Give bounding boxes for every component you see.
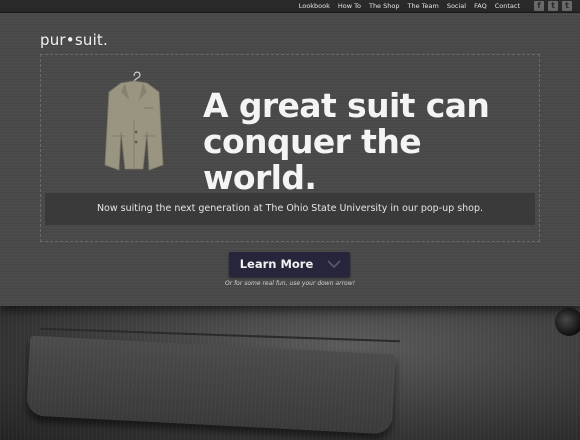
learn-more-button[interactable]: Learn More: [229, 252, 350, 277]
hero-panel: pur•suit. A great suit can conquer the w…: [0, 13, 580, 306]
top-navigation-bar: Lookbook How To The Shop The Team Social…: [0, 0, 580, 13]
nav-link-how-to[interactable]: How To: [338, 0, 361, 12]
hero-tagline: Now suiting the next generation at The O…: [96, 203, 484, 214]
nav-link-social[interactable]: Social: [447, 0, 466, 12]
nav-link-the-team[interactable]: The Team: [407, 0, 438, 12]
nav-link-contact[interactable]: Contact: [495, 0, 520, 12]
hero-headline: A great suit can conquer the world.: [203, 86, 490, 197]
nav-link-the-shop[interactable]: The Shop: [369, 0, 400, 12]
suit-jacket-icon: [104, 71, 164, 171]
learn-more-label: Learn More: [239, 257, 314, 271]
twitter-icon[interactable]: t: [548, 1, 558, 11]
chevron-down-icon: [327, 260, 341, 269]
social-links: f t t: [534, 1, 572, 11]
brand-logo[interactable]: pur•suit.: [40, 31, 108, 49]
suit-button: [555, 308, 580, 336]
tagline-strip: Now suiting the next generation at The O…: [45, 193, 535, 225]
tumblr-icon[interactable]: t: [562, 1, 572, 11]
main-nav: Lookbook How To The Shop The Team Social…: [299, 0, 520, 12]
nav-link-faq[interactable]: FAQ: [474, 0, 487, 12]
keyboard-hint: Or for some real fun, use your down arro…: [224, 280, 356, 287]
nav-link-lookbook[interactable]: Lookbook: [299, 0, 330, 12]
facebook-icon[interactable]: f: [534, 1, 544, 11]
hero-frame: A great suit can conquer the world. Now …: [40, 54, 540, 242]
